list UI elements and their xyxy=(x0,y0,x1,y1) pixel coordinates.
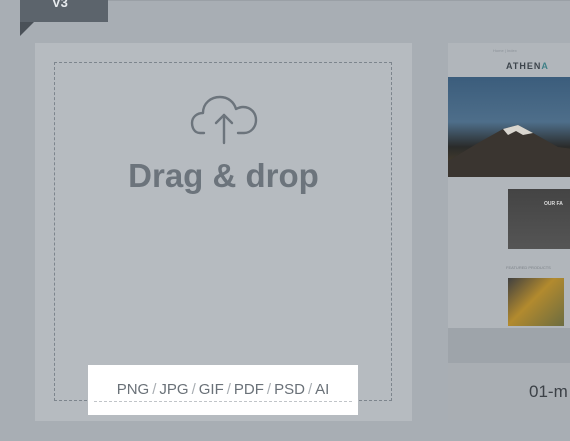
preview-feature-title: OUR FA xyxy=(544,201,563,207)
format-psd: PSD xyxy=(274,381,305,398)
version-badge-label: V3 xyxy=(52,0,68,10)
template-preview: Home | Index ATHENA OUR FA FEATURED PROD… xyxy=(448,43,570,328)
version-badge-fold xyxy=(20,22,34,36)
format-pdf: PDF xyxy=(233,381,264,398)
preview-logo: ATHENA xyxy=(506,61,549,71)
preview-feature-image xyxy=(508,189,570,249)
template-card[interactable]: Home | Index ATHENA OUR FA FEATURED PROD… xyxy=(448,43,570,420)
version-badge: V3 xyxy=(20,0,108,22)
format-png: PNG xyxy=(116,381,150,398)
format-jpg: JPG xyxy=(159,381,189,398)
top-divider xyxy=(108,0,570,1)
preview-section-label: FEATURED PRODUCTS xyxy=(506,265,551,270)
mountain-image xyxy=(448,125,570,177)
format-ai: AI xyxy=(315,381,330,398)
preview-mini-header: Home | Index xyxy=(493,48,517,53)
card-footer-band xyxy=(448,328,570,363)
preview-hero-image xyxy=(448,77,570,177)
format-gif: GIF xyxy=(198,381,224,398)
template-name: 01-m xyxy=(529,382,568,401)
cloud-upload-icon xyxy=(190,95,258,145)
supported-formats: PNG / JPG / GIF / PDF / PSD / AI xyxy=(88,365,358,415)
dropzone-title: Drag & drop xyxy=(128,157,319,194)
formats-dashed-line xyxy=(94,401,352,402)
preview-product-image xyxy=(508,278,564,326)
